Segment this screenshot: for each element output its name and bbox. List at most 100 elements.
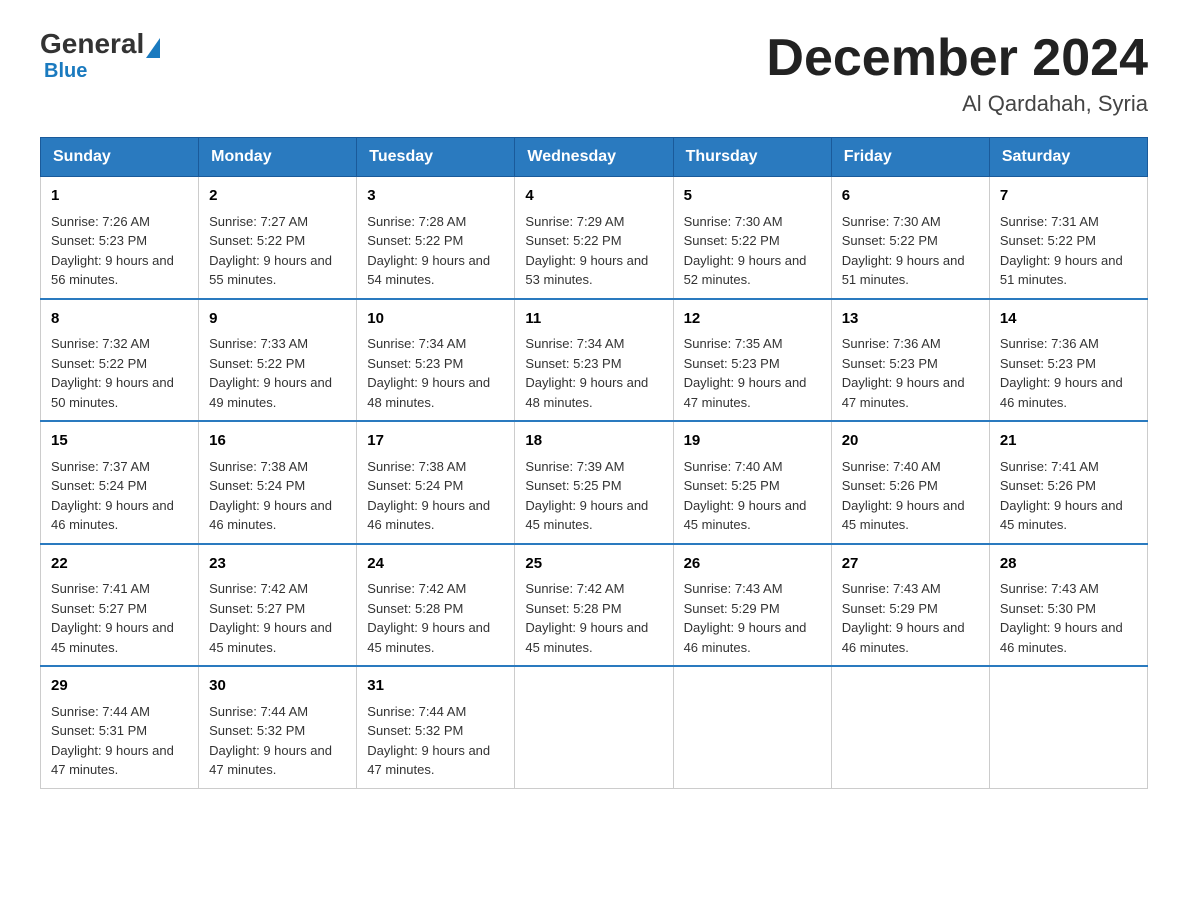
table-row: 29 Sunrise: 7:44 AMSunset: 5:31 PMDaylig… [41, 666, 199, 788]
day-number: 7 [1000, 185, 1137, 208]
table-row: 2 Sunrise: 7:27 AMSunset: 5:22 PMDayligh… [199, 177, 357, 299]
table-row: 1 Sunrise: 7:26 AMSunset: 5:23 PMDayligh… [41, 177, 199, 299]
header-monday: Monday [199, 138, 357, 177]
calendar-week-row: 8 Sunrise: 7:32 AMSunset: 5:22 PMDayligh… [41, 299, 1148, 422]
day-number: 24 [367, 553, 504, 576]
table-row: 13 Sunrise: 7:36 AMSunset: 5:23 PMDaylig… [831, 299, 989, 422]
day-number: 30 [209, 675, 346, 698]
day-number: 22 [51, 553, 188, 576]
table-row [515, 666, 673, 788]
day-number: 28 [1000, 553, 1137, 576]
day-number: 27 [842, 553, 979, 576]
logo-blue-text: Blue [40, 60, 87, 83]
day-info: Sunrise: 7:32 AMSunset: 5:22 PMDaylight:… [51, 336, 174, 410]
day-info: Sunrise: 7:43 AMSunset: 5:29 PMDaylight:… [842, 581, 965, 655]
day-info: Sunrise: 7:42 AMSunset: 5:27 PMDaylight:… [209, 581, 332, 655]
calendar-week-row: 29 Sunrise: 7:44 AMSunset: 5:31 PMDaylig… [41, 666, 1148, 788]
day-number: 4 [525, 185, 662, 208]
day-number: 8 [51, 308, 188, 331]
day-info: Sunrise: 7:29 AMSunset: 5:22 PMDaylight:… [525, 214, 648, 288]
table-row: 24 Sunrise: 7:42 AMSunset: 5:28 PMDaylig… [357, 544, 515, 667]
table-row: 3 Sunrise: 7:28 AMSunset: 5:22 PMDayligh… [357, 177, 515, 299]
day-number: 15 [51, 430, 188, 453]
day-number: 29 [51, 675, 188, 698]
table-row: 17 Sunrise: 7:38 AMSunset: 5:24 PMDaylig… [357, 421, 515, 544]
day-number: 3 [367, 185, 504, 208]
day-info: Sunrise: 7:41 AMSunset: 5:27 PMDaylight:… [51, 581, 174, 655]
day-info: Sunrise: 7:34 AMSunset: 5:23 PMDaylight:… [525, 336, 648, 410]
month-title: December 2024 [766, 30, 1148, 87]
day-number: 10 [367, 308, 504, 331]
day-number: 20 [842, 430, 979, 453]
table-row: 11 Sunrise: 7:34 AMSunset: 5:23 PMDaylig… [515, 299, 673, 422]
day-number: 5 [684, 185, 821, 208]
table-row: 30 Sunrise: 7:44 AMSunset: 5:32 PMDaylig… [199, 666, 357, 788]
header-friday: Friday [831, 138, 989, 177]
calendar-table: Sunday Monday Tuesday Wednesday Thursday… [40, 137, 1148, 789]
day-number: 13 [842, 308, 979, 331]
table-row: 26 Sunrise: 7:43 AMSunset: 5:29 PMDaylig… [673, 544, 831, 667]
logo: General Blue [40, 30, 162, 83]
day-number: 19 [684, 430, 821, 453]
day-info: Sunrise: 7:30 AMSunset: 5:22 PMDaylight:… [842, 214, 965, 288]
calendar-week-row: 22 Sunrise: 7:41 AMSunset: 5:27 PMDaylig… [41, 544, 1148, 667]
day-info: Sunrise: 7:43 AMSunset: 5:29 PMDaylight:… [684, 581, 807, 655]
day-number: 16 [209, 430, 346, 453]
day-number: 23 [209, 553, 346, 576]
day-info: Sunrise: 7:28 AMSunset: 5:22 PMDaylight:… [367, 214, 490, 288]
table-row [673, 666, 831, 788]
day-info: Sunrise: 7:40 AMSunset: 5:26 PMDaylight:… [842, 459, 965, 533]
day-info: Sunrise: 7:26 AMSunset: 5:23 PMDaylight:… [51, 214, 174, 288]
table-row: 10 Sunrise: 7:34 AMSunset: 5:23 PMDaylig… [357, 299, 515, 422]
table-row [831, 666, 989, 788]
day-info: Sunrise: 7:36 AMSunset: 5:23 PMDaylight:… [842, 336, 965, 410]
day-number: 31 [367, 675, 504, 698]
calendar-header-row: Sunday Monday Tuesday Wednesday Thursday… [41, 138, 1148, 177]
table-row: 31 Sunrise: 7:44 AMSunset: 5:32 PMDaylig… [357, 666, 515, 788]
logo-triangle-icon [146, 38, 160, 58]
calendar-week-row: 1 Sunrise: 7:26 AMSunset: 5:23 PMDayligh… [41, 177, 1148, 299]
day-number: 1 [51, 185, 188, 208]
day-number: 17 [367, 430, 504, 453]
day-info: Sunrise: 7:36 AMSunset: 5:23 PMDaylight:… [1000, 336, 1123, 410]
header-tuesday: Tuesday [357, 138, 515, 177]
header-sunday: Sunday [41, 138, 199, 177]
day-info: Sunrise: 7:35 AMSunset: 5:23 PMDaylight:… [684, 336, 807, 410]
table-row: 22 Sunrise: 7:41 AMSunset: 5:27 PMDaylig… [41, 544, 199, 667]
day-info: Sunrise: 7:41 AMSunset: 5:26 PMDaylight:… [1000, 459, 1123, 533]
table-row: 7 Sunrise: 7:31 AMSunset: 5:22 PMDayligh… [989, 177, 1147, 299]
table-row [989, 666, 1147, 788]
day-info: Sunrise: 7:38 AMSunset: 5:24 PMDaylight:… [209, 459, 332, 533]
page-header: General Blue December 2024 Al Qardahah, … [40, 30, 1148, 117]
table-row: 5 Sunrise: 7:30 AMSunset: 5:22 PMDayligh… [673, 177, 831, 299]
table-row: 12 Sunrise: 7:35 AMSunset: 5:23 PMDaylig… [673, 299, 831, 422]
table-row: 23 Sunrise: 7:42 AMSunset: 5:27 PMDaylig… [199, 544, 357, 667]
day-number: 18 [525, 430, 662, 453]
day-info: Sunrise: 7:33 AMSunset: 5:22 PMDaylight:… [209, 336, 332, 410]
day-number: 26 [684, 553, 821, 576]
table-row: 4 Sunrise: 7:29 AMSunset: 5:22 PMDayligh… [515, 177, 673, 299]
table-row: 6 Sunrise: 7:30 AMSunset: 5:22 PMDayligh… [831, 177, 989, 299]
day-info: Sunrise: 7:44 AMSunset: 5:32 PMDaylight:… [209, 704, 332, 778]
day-number: 9 [209, 308, 346, 331]
table-row: 15 Sunrise: 7:37 AMSunset: 5:24 PMDaylig… [41, 421, 199, 544]
header-wednesday: Wednesday [515, 138, 673, 177]
day-info: Sunrise: 7:38 AMSunset: 5:24 PMDaylight:… [367, 459, 490, 533]
title-area: December 2024 Al Qardahah, Syria [766, 30, 1148, 117]
day-info: Sunrise: 7:44 AMSunset: 5:31 PMDaylight:… [51, 704, 174, 778]
table-row: 18 Sunrise: 7:39 AMSunset: 5:25 PMDaylig… [515, 421, 673, 544]
day-info: Sunrise: 7:40 AMSunset: 5:25 PMDaylight:… [684, 459, 807, 533]
day-number: 2 [209, 185, 346, 208]
day-number: 6 [842, 185, 979, 208]
header-saturday: Saturday [989, 138, 1147, 177]
day-info: Sunrise: 7:42 AMSunset: 5:28 PMDaylight:… [525, 581, 648, 655]
table-row: 19 Sunrise: 7:40 AMSunset: 5:25 PMDaylig… [673, 421, 831, 544]
location-subtitle: Al Qardahah, Syria [766, 91, 1148, 117]
table-row: 16 Sunrise: 7:38 AMSunset: 5:24 PMDaylig… [199, 421, 357, 544]
header-thursday: Thursday [673, 138, 831, 177]
table-row: 14 Sunrise: 7:36 AMSunset: 5:23 PMDaylig… [989, 299, 1147, 422]
day-info: Sunrise: 7:31 AMSunset: 5:22 PMDaylight:… [1000, 214, 1123, 288]
day-info: Sunrise: 7:39 AMSunset: 5:25 PMDaylight:… [525, 459, 648, 533]
day-number: 21 [1000, 430, 1137, 453]
day-info: Sunrise: 7:44 AMSunset: 5:32 PMDaylight:… [367, 704, 490, 778]
